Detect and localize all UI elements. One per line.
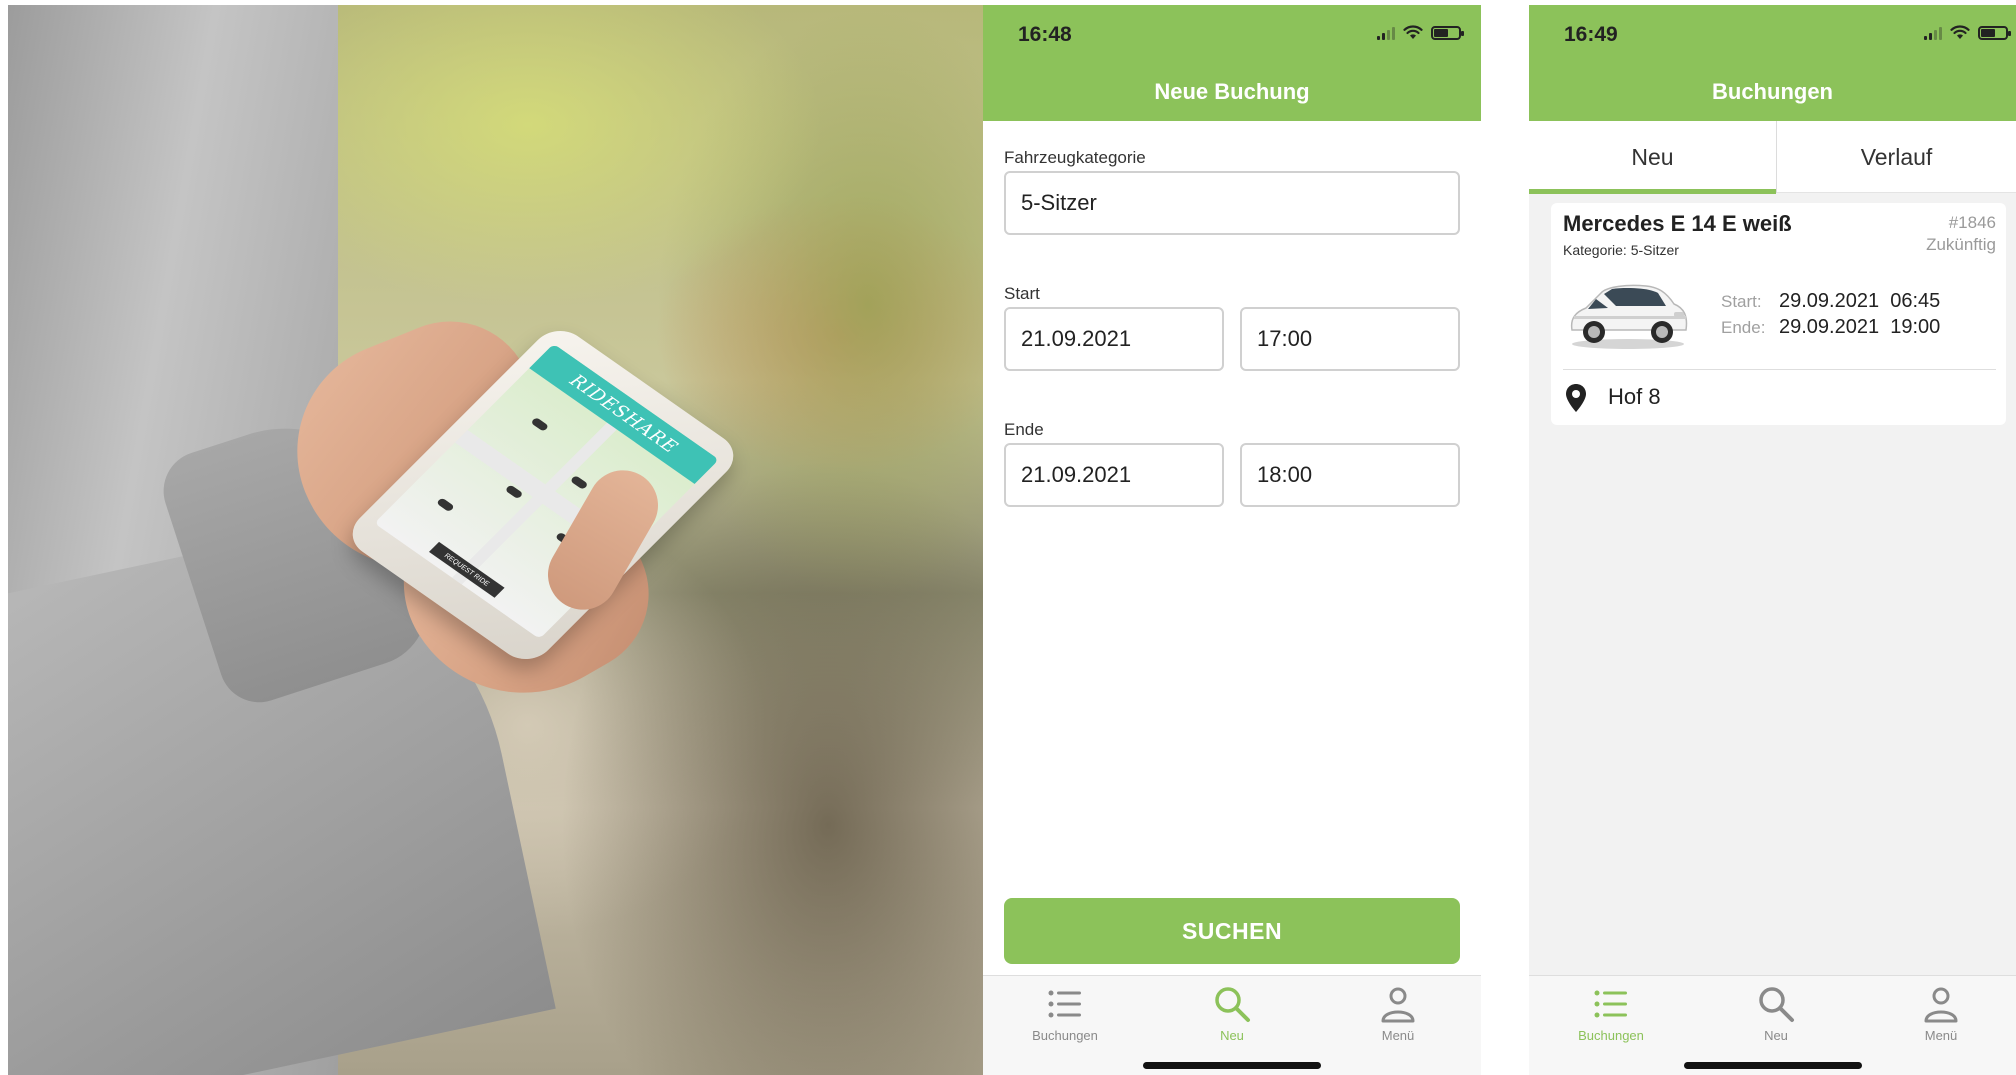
home-indicator: [1143, 1062, 1321, 1069]
app-header: 16:48 Neue Buchung: [983, 5, 1481, 121]
vehicle-category: Kategorie: 5-Sitzer: [1563, 242, 1679, 258]
search-icon: [1759, 987, 1794, 1022]
tab-new[interactable]: Neu: [1172, 984, 1292, 1043]
start-label: Start: [1004, 284, 1040, 303]
status-time: 16:49: [1564, 23, 1618, 46]
person-icon: [1924, 987, 1958, 1023]
tab-menu-label: Menü: [1924, 1028, 1958, 1043]
status-time: 16:48: [1018, 23, 1072, 46]
map-car-icon: [504, 484, 524, 500]
location-name: Hof 8: [1608, 384, 1661, 409]
home-indicator: [1683, 1062, 1862, 1069]
map-car-icon: [569, 475, 589, 490]
tab-history[interactable]: Verlauf: [1777, 121, 2016, 193]
start-key: Start:: [1721, 292, 1762, 311]
card-divider: [1563, 369, 1996, 370]
wifi-icon: [1950, 25, 1970, 39]
battery-icon: [1978, 25, 2011, 40]
start-time-field[interactable]: 17:00: [1240, 307, 1460, 371]
booking-start-row: Start: 29.09.2021 06:45: [1721, 290, 1940, 313]
app-header: 16:49 Buchungen: [1529, 5, 2016, 121]
end-label: Ende: [1004, 420, 1044, 439]
booking-card[interactable]: Mercedes E 14 E weiß Kategorie: 5-Sitzer…: [1551, 203, 2006, 425]
signal-icon: [1924, 26, 1942, 40]
tab-menu[interactable]: Menü: [1881, 984, 2001, 1043]
tab-new[interactable]: Neu: [1716, 984, 1836, 1043]
end-date-field[interactable]: 21.09.2021: [1004, 443, 1224, 507]
booking-end-row: Ende: 29.09.2021 19:00: [1721, 316, 1940, 339]
tab-new-label: Neu: [1764, 1028, 1788, 1043]
rideshare-banner: RIDESHARE: [529, 343, 720, 485]
new-booking-screen: 16:48 Neue Buchung Fahrzeugkategorie 5-S…: [983, 5, 1481, 1075]
hero-photo: RIDESHARE REQUEST RIDE: [8, 5, 983, 1075]
tab-bookings[interactable]: Buchungen: [1005, 984, 1125, 1043]
status-icons: [1924, 25, 2011, 40]
tab-bookings-label: Buchungen: [1578, 1028, 1644, 1043]
tab-bookings-label: Buchungen: [1032, 1028, 1098, 1043]
end-value: 29.09.2021 19:00: [1779, 316, 1941, 338]
tab-new-label: Neu: [1220, 1028, 1244, 1043]
tab-upcoming[interactable]: Neu: [1529, 121, 1776, 194]
tab-bookings[interactable]: Buchungen: [1551, 984, 1671, 1043]
status-icons: [1377, 25, 1464, 40]
start-value: 29.09.2021 06:45: [1779, 290, 1941, 312]
screen-gap: [1481, 5, 1529, 1075]
person-icon: [1381, 987, 1415, 1023]
vehicle-name: Mercedes E 14 E weiß: [1563, 211, 1792, 236]
vehicle-category-label: Fahrzeugkategorie: [1004, 148, 1146, 167]
search-icon: [1215, 987, 1250, 1022]
tab-bar: Buchungen Neu Menü: [983, 975, 1481, 1075]
location-pin-icon: [1566, 384, 1586, 412]
car-image: [1570, 284, 1688, 349]
vehicle-category-select[interactable]: 5-Sitzer: [1004, 171, 1460, 235]
battery-icon: [1431, 25, 1464, 40]
page-title: Neue Buchung: [1154, 79, 1310, 104]
search-button[interactable]: SUCHEN: [1004, 898, 1460, 964]
signal-icon: [1377, 26, 1395, 40]
map-car-icon: [436, 497, 455, 513]
wifi-icon: [1403, 25, 1423, 39]
page-title: Buchungen: [1712, 79, 1833, 104]
list-icon: [1594, 990, 1627, 1018]
tab-menu[interactable]: Menü: [1338, 984, 1458, 1043]
end-key: Ende:: [1721, 318, 1766, 337]
booking-id: #1846: [1948, 213, 1996, 232]
start-date-field[interactable]: 21.09.2021: [1004, 307, 1224, 371]
list-icon: [1048, 990, 1081, 1018]
booking-tabs: Neu Verlauf: [1529, 121, 2016, 194]
bookings-screen: 16:49 Buchungen Neu Verlauf Mercedes E 1…: [1529, 5, 2016, 1075]
map-car-icon: [530, 416, 550, 432]
booking-status: Zukünftig: [1926, 235, 1996, 254]
photo-request-ride: REQUEST RIDE: [428, 541, 505, 598]
end-time-field[interactable]: 18:00: [1240, 443, 1460, 507]
tab-menu-label: Menü: [1381, 1028, 1415, 1043]
tab-bar: Buchungen Neu Menü: [1529, 975, 2016, 1075]
